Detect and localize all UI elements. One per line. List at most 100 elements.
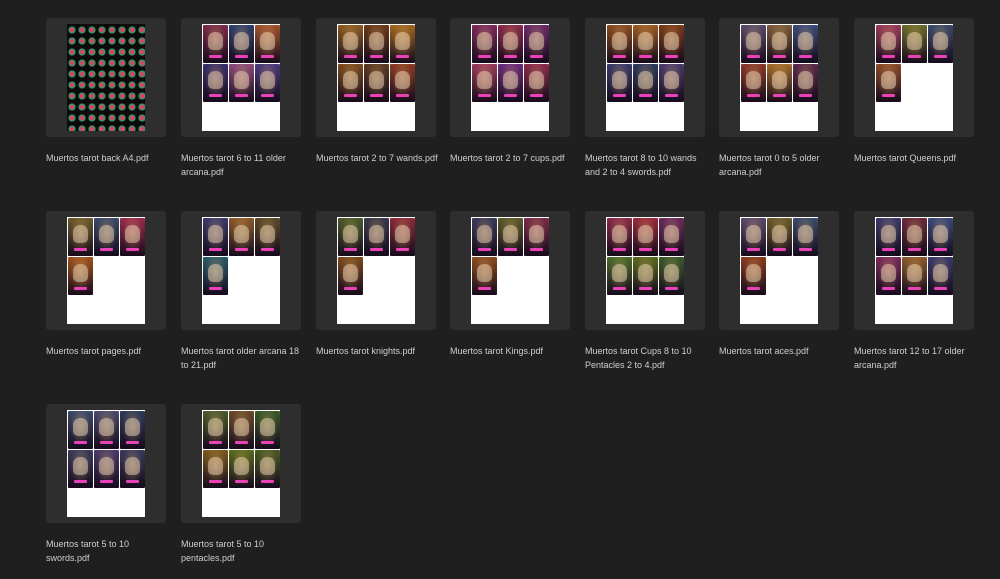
tarot-card-image xyxy=(472,25,497,63)
file-thumbnail[interactable] xyxy=(46,211,166,330)
tarot-card-image xyxy=(120,218,145,256)
tarot-card-image xyxy=(902,257,927,295)
tarot-card-image xyxy=(203,257,228,295)
pdf-page-preview xyxy=(471,24,549,131)
tarot-card-image xyxy=(364,64,389,102)
tarot-card-image xyxy=(767,25,792,63)
tarot-card-image xyxy=(229,218,254,256)
tarot-card-image xyxy=(524,218,549,256)
card-grid xyxy=(338,25,415,102)
file-name-label: Muertos tarot older arcana 18 to 21.pdf xyxy=(181,346,300,370)
card-grid xyxy=(876,218,953,295)
file-name-label: Muertos tarot aces.pdf xyxy=(719,346,809,356)
tarot-card-image xyxy=(633,64,658,102)
file-grid: Muertos tarot back A4.pdf Muertos tarot 6… xyxy=(0,0,1000,579)
pdf-page-preview xyxy=(875,217,953,324)
file-name-label: Muertos tarot 12 to 17 older arcana.pdf xyxy=(854,346,965,370)
card-grid xyxy=(607,218,684,295)
file-name-label: Muertos tarot 2 to 7 wands.pdf xyxy=(316,153,438,163)
tarot-card-image xyxy=(524,64,549,102)
pdf-page-preview xyxy=(606,24,684,131)
tarot-card-image xyxy=(338,257,363,295)
file-name-label: Muertos tarot 5 to 10 pentacles.pdf xyxy=(181,539,265,563)
tarot-card-image xyxy=(876,257,901,295)
tarot-card-image xyxy=(607,25,632,63)
tarot-card-image xyxy=(229,450,254,488)
tarot-card-image xyxy=(255,218,280,256)
card-grid xyxy=(203,411,280,488)
file-thumbnail[interactable] xyxy=(316,18,436,137)
card-grid xyxy=(472,218,549,295)
tarot-card-image xyxy=(390,25,415,63)
pdf-page-preview xyxy=(202,217,280,324)
tarot-card-image xyxy=(68,450,93,488)
file-thumbnail[interactable] xyxy=(719,18,839,137)
tarot-card-image xyxy=(876,25,901,63)
tarot-card-image xyxy=(767,64,792,102)
tarot-card-image xyxy=(659,257,684,295)
tarot-card-image xyxy=(94,450,119,488)
file-thumbnail[interactable] xyxy=(585,211,705,330)
tarot-card-image xyxy=(902,25,927,63)
tarot-card-image xyxy=(364,25,389,63)
tarot-card-image xyxy=(498,25,523,63)
tarot-card-image xyxy=(390,218,415,256)
tarot-card-image xyxy=(338,64,363,102)
tarot-card-image xyxy=(524,25,549,63)
file-thumbnail[interactable] xyxy=(181,211,301,330)
tarot-card-image xyxy=(498,64,523,102)
file-thumbnail[interactable] xyxy=(450,18,570,137)
card-grid xyxy=(472,25,549,102)
tarot-card-image xyxy=(255,25,280,63)
tarot-card-image xyxy=(876,64,901,102)
tarot-card-image xyxy=(741,257,766,295)
pdf-page-preview xyxy=(202,410,280,517)
pdf-page-preview xyxy=(740,24,818,131)
file-name-label: Muertos tarot 5 to 10 swords.pdf xyxy=(46,539,130,563)
file-name-label: Muertos tarot 0 to 5 older arcana.pdf xyxy=(719,153,820,177)
tarot-card-image xyxy=(902,218,927,256)
tarot-card-image xyxy=(364,218,389,256)
card-grid xyxy=(68,411,145,488)
tarot-card-image xyxy=(255,411,280,449)
tarot-card-image xyxy=(472,64,497,102)
file-thumbnail[interactable] xyxy=(181,404,301,523)
tarot-card-image xyxy=(203,411,228,449)
file-name-label: Muertos tarot 8 to 10 wands and 2 to 4 s… xyxy=(585,153,697,177)
tarot-card-image xyxy=(472,218,497,256)
tarot-card-image xyxy=(741,25,766,63)
file-thumbnail[interactable] xyxy=(46,404,166,523)
tarot-card-image xyxy=(659,64,684,102)
card-back-pattern xyxy=(67,24,145,131)
tarot-card-image xyxy=(607,218,632,256)
pdf-page-preview xyxy=(67,24,145,131)
tarot-card-image xyxy=(741,64,766,102)
tarot-card-image xyxy=(793,64,818,102)
file-thumbnail[interactable] xyxy=(585,18,705,137)
tarot-card-image xyxy=(68,218,93,256)
file-thumbnail[interactable] xyxy=(46,18,166,137)
card-grid xyxy=(741,218,818,295)
file-name-label: Muertos tarot 6 to 11 older arcana.pdf xyxy=(181,153,286,177)
file-thumbnail[interactable] xyxy=(450,211,570,330)
file-name-label: Muertos tarot Cups 8 to 10 Pentacles 2 t… xyxy=(585,346,692,370)
tarot-card-image xyxy=(203,64,228,102)
tarot-card-image xyxy=(255,450,280,488)
tarot-card-image xyxy=(203,450,228,488)
tarot-card-image xyxy=(68,257,93,295)
tarot-card-image xyxy=(203,25,228,63)
pdf-page-preview xyxy=(337,217,415,324)
card-grid xyxy=(607,25,684,102)
file-thumbnail[interactable] xyxy=(181,18,301,137)
pdf-page-preview xyxy=(337,24,415,131)
tarot-card-image xyxy=(203,218,228,256)
tarot-card-image xyxy=(229,25,254,63)
file-thumbnail[interactable] xyxy=(854,18,974,137)
file-thumbnail[interactable] xyxy=(316,211,436,330)
card-grid xyxy=(203,25,280,102)
tarot-card-image xyxy=(741,218,766,256)
pdf-page-preview xyxy=(202,24,280,131)
file-name-label: Muertos tarot knights.pdf xyxy=(316,346,416,356)
file-thumbnail[interactable] xyxy=(854,211,974,330)
file-thumbnail[interactable] xyxy=(719,211,839,330)
